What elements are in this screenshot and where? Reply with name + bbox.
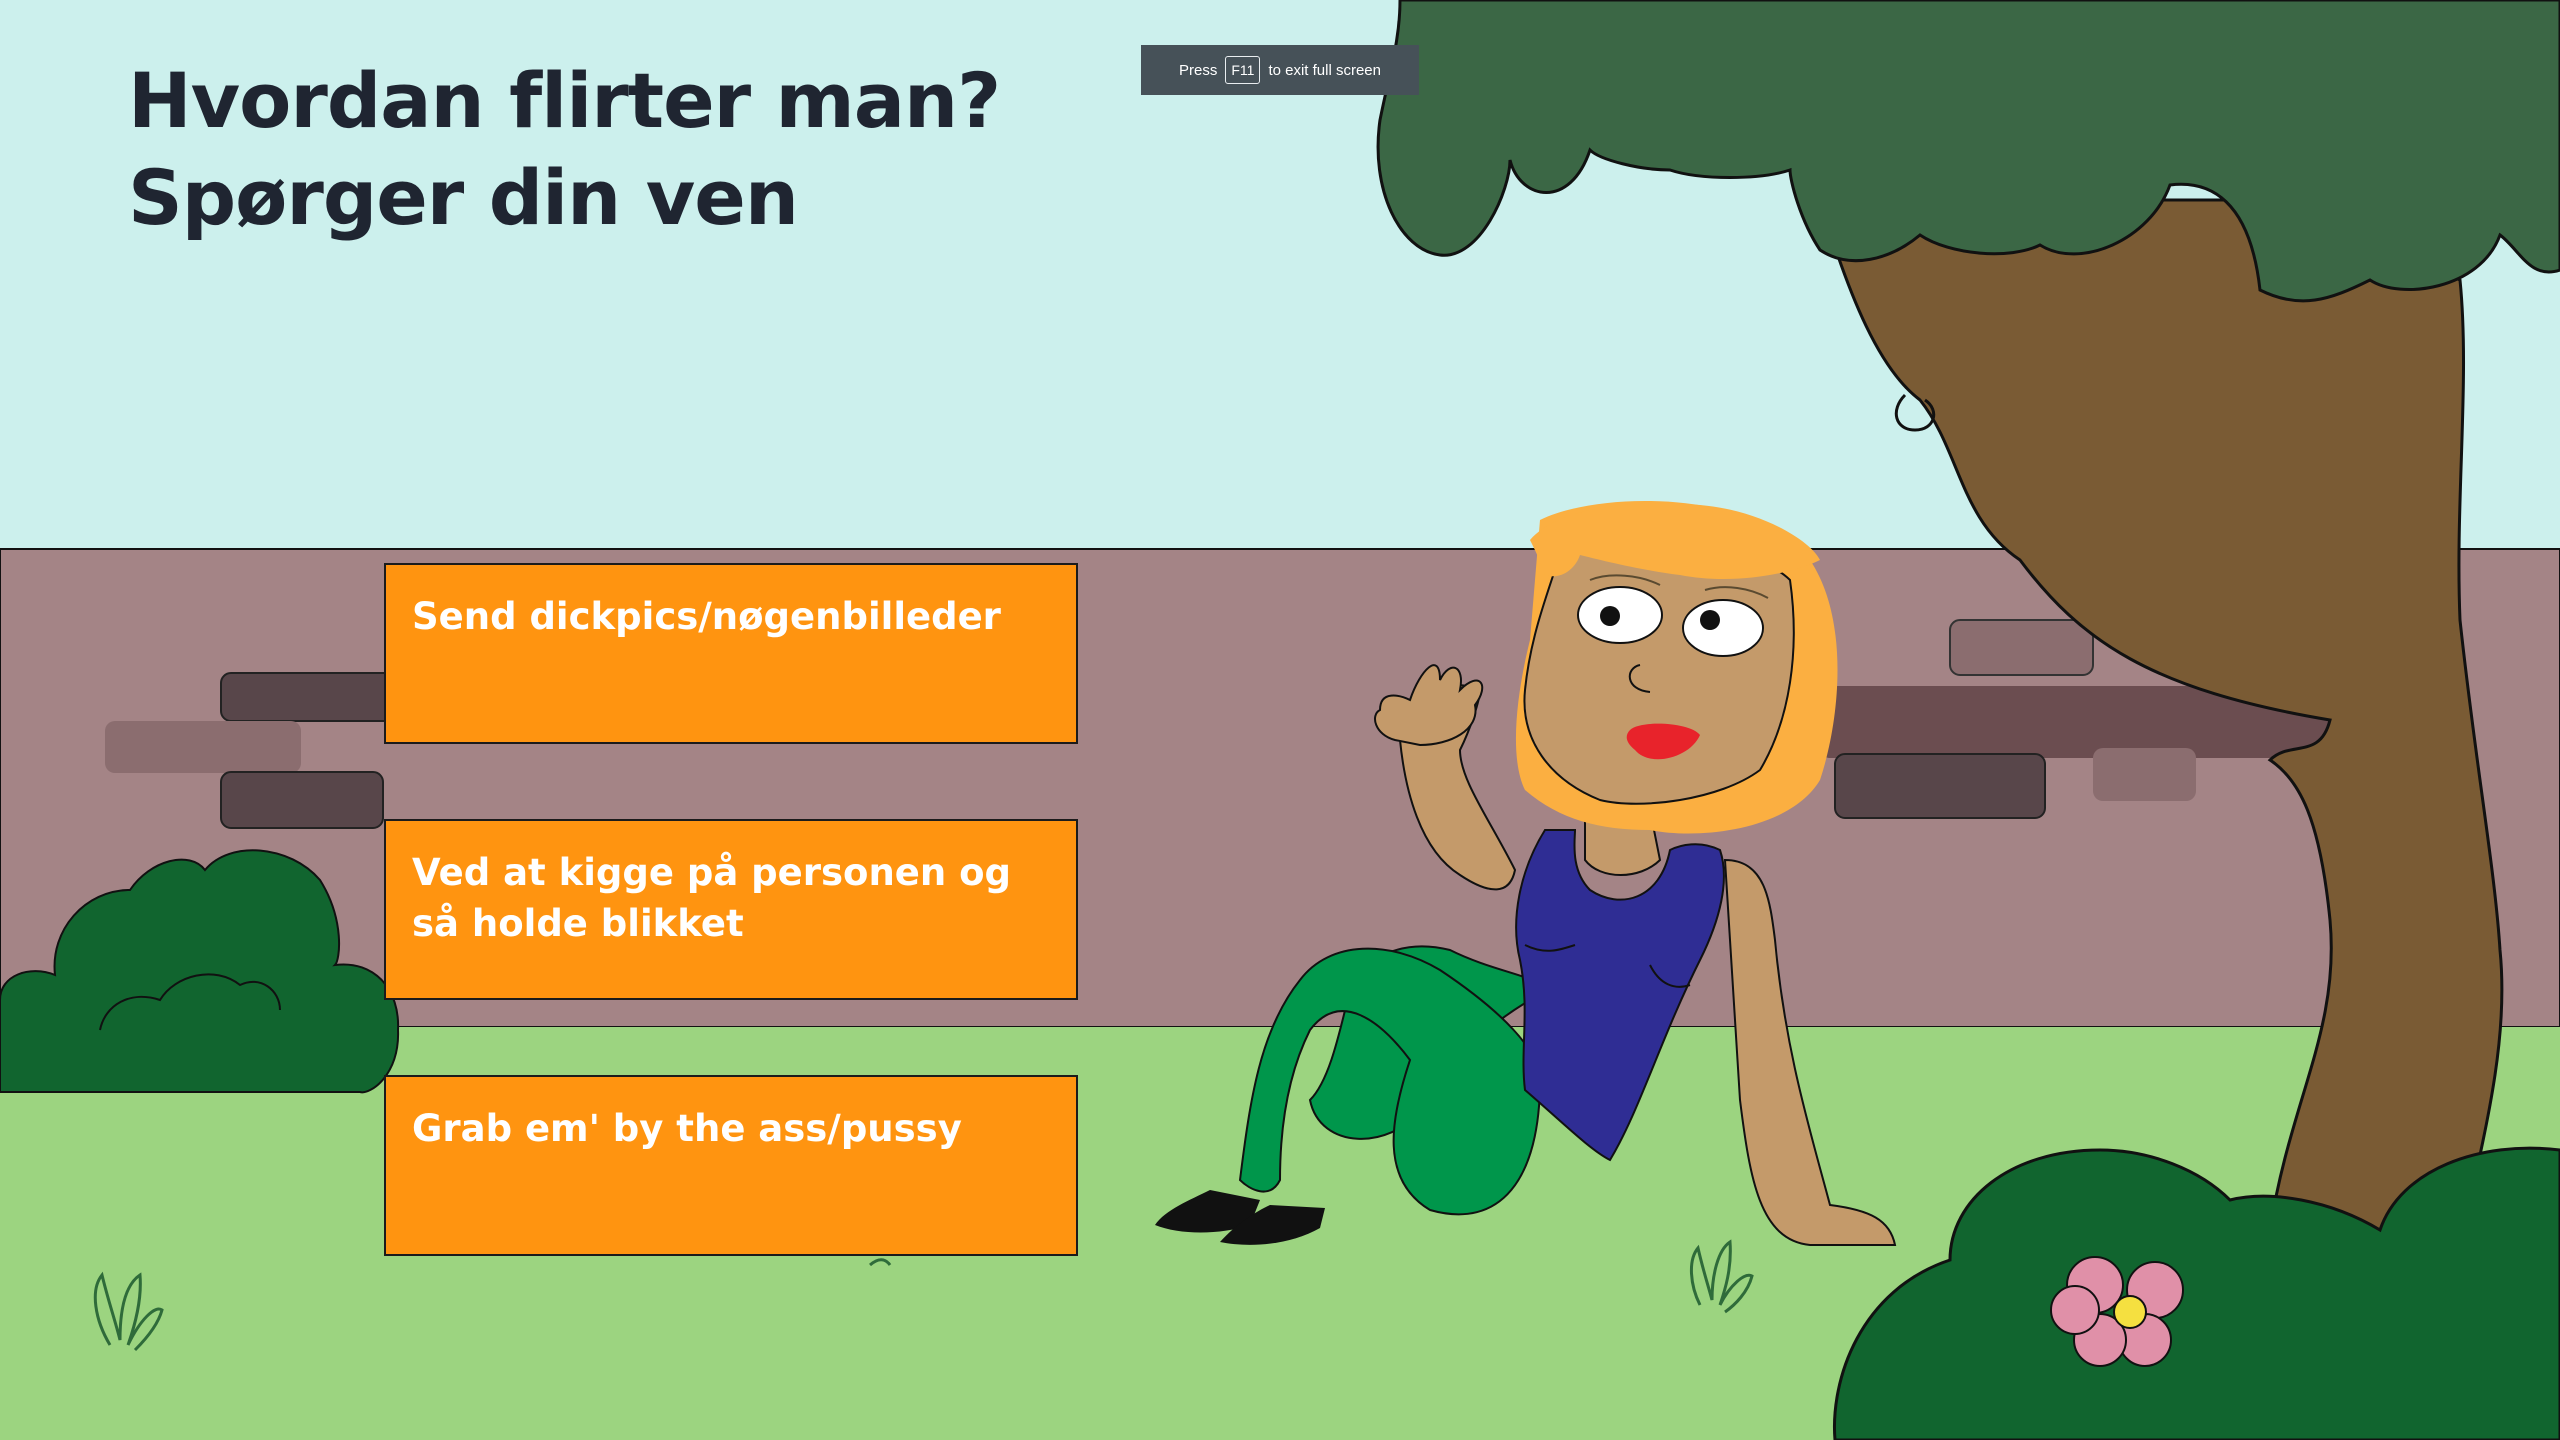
answer-choice-1-button[interactable]: Send dickpics/nøgenbilleder (384, 563, 1078, 744)
f11-key-badge: F11 (1225, 56, 1261, 84)
fullscreen-notice-suffix: to exit full screen (1268, 61, 1381, 79)
fullscreen-notice: Press F11 to exit full screen (1141, 45, 1419, 95)
question-title: Hvordan flirter man? Spørger din ven (128, 52, 1001, 246)
question-line-2: Spørger din ven (128, 153, 799, 242)
fullscreen-notice-prefix: Press (1179, 61, 1218, 79)
answer-choice-2-button[interactable]: Ved at kigge på personen og så holde bli… (384, 819, 1078, 1000)
question-line-1: Hvordan flirter man? (128, 56, 1001, 145)
answer-choice-3-button[interactable]: Grab em' by the ass/pussy (384, 1075, 1078, 1256)
